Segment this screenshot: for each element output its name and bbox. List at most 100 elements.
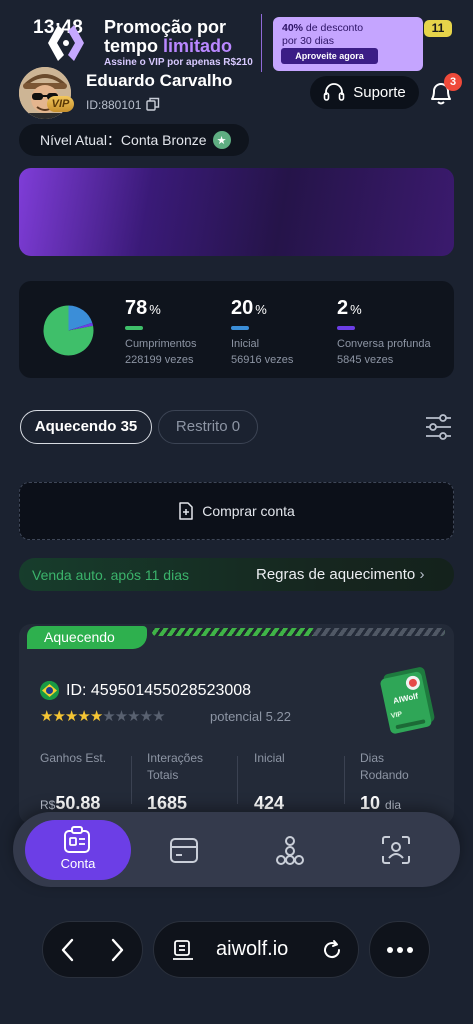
stat-unit: % [149, 302, 161, 317]
add-document-icon [179, 502, 193, 520]
stat-unit: % [350, 302, 362, 317]
metric-label-interacoes: Interações Totais [147, 750, 203, 784]
metric-label-ganhos: Ganhos Est. [40, 750, 106, 767]
aiwolf-logo-icon [48, 25, 84, 61]
chevron-right-icon: › [419, 566, 425, 583]
level-pill[interactable]: Nível Atual：Conta Bronze ★ [19, 124, 249, 156]
metric-value: 50.88 [55, 793, 101, 813]
stat-count: 5845 vezes [337, 354, 394, 366]
stat-color-bar [125, 326, 143, 330]
metric-value: 10 [360, 793, 381, 813]
metric-value-inicial: 424 [254, 793, 285, 813]
level-label: Nível Atual：Conta Bronze [40, 132, 207, 148]
stat-count: 56916 vezes [231, 354, 294, 366]
forward-icon[interactable] [109, 937, 127, 963]
face-scan-icon[interactable] [380, 834, 412, 866]
stat-value: 20 [231, 297, 254, 319]
nav-label-conta: Conta [60, 856, 96, 871]
metric-unit: dia [385, 798, 402, 812]
metric-divider [344, 756, 345, 804]
tab-restrito[interactable]: Restrito 0 [158, 410, 258, 444]
user-name: Eduardo Carvalho [86, 71, 233, 90]
metric-label-line1: Ganhos Est. [40, 751, 107, 765]
battery-icon: 11 [424, 20, 452, 37]
promo-title-line2b: limitado [163, 36, 233, 56]
stat-label: Cumprimentos [125, 338, 197, 350]
star-filled-icon: ★ [40, 708, 53, 725]
star-filled-icon: ★ [89, 708, 103, 725]
stat-color-bar [337, 326, 355, 330]
stat-value: 78 [125, 297, 148, 319]
stat-unit: % [255, 302, 267, 317]
vip-badge: VIP [47, 96, 74, 112]
support-label: Suporte [353, 84, 406, 101]
url-text: aiwolf.io [216, 938, 289, 960]
rating-stars: ★★★★★★★★★★ [40, 707, 166, 725]
stat-cumprimentos: 78% Cumprimentos 228199 vezes [125, 297, 197, 368]
support-button[interactable]: Suporte [310, 76, 419, 109]
metric-value-interacoes: 1685 [147, 793, 188, 813]
account-id: ID: 459501455028523008 [66, 682, 252, 699]
star-filled-icon: ★ [52, 708, 65, 725]
brazil-flag-icon [40, 681, 59, 700]
metric-label-line2: Rodando [360, 768, 409, 782]
notification-badge: 3 [444, 73, 462, 91]
metric-label-line1: Dias [360, 751, 385, 765]
stat-color-bar [231, 326, 249, 330]
bronze-star-icon: ★ [212, 131, 231, 149]
metric-label-line1: Inicial [254, 751, 285, 765]
currency-prefix: R$ [40, 798, 56, 812]
promo-banner[interactable] [19, 168, 454, 256]
distribution-pie-chart [43, 305, 94, 356]
star-empty-icon: ★ [102, 708, 115, 725]
star-filled-icon: ★ [77, 708, 90, 725]
filter-icon[interactable] [424, 413, 453, 442]
metric-label-line1: Interações [147, 751, 204, 765]
metric-divider [131, 756, 132, 804]
discount-duration: por 30 dias [282, 35, 334, 47]
reload-icon[interactable] [320, 938, 344, 962]
metric-label-dias: Dias Rodando [360, 750, 409, 784]
metric-label-line2: Totais [147, 768, 179, 782]
stat-label: Inicial [231, 338, 260, 350]
star-empty-icon: ★ [152, 708, 165, 725]
promo-discount-text: 40% de desconto por 30 dias [282, 22, 363, 48]
account-card-icon [64, 826, 90, 853]
copy-icon[interactable] [146, 97, 160, 111]
warmup-progress-remaining [313, 628, 445, 636]
user-id: ID:880101 [86, 98, 142, 112]
team-icon[interactable] [274, 834, 306, 866]
tab-aquecendo[interactable]: Aquecendo 35 [20, 410, 152, 444]
headset-icon [323, 82, 345, 101]
buy-account-label: Comprar conta [202, 503, 295, 519]
promo-divider [261, 14, 262, 72]
metric-value-ganhos: R$50.88 [40, 793, 100, 814]
more-icon [387, 947, 413, 953]
potential-score: potencial 5.22 [210, 709, 291, 724]
star-empty-icon: ★ [139, 708, 153, 725]
buy-account-button[interactable]: Comprar conta [19, 482, 454, 540]
autosell-text: Venda auto. após 11 dias [32, 567, 189, 583]
metric-value-dias: 10 dia [360, 793, 401, 814]
promo-title-line2a: tempo [104, 36, 164, 56]
metric-label-inicial: Inicial [254, 750, 285, 767]
stat-inicial: 20% Inicial 56916 vezes [231, 297, 293, 368]
promo-title: Promoção por tempo limitado [104, 18, 232, 56]
stat-conversa-profunda: 2% Conversa profunda 5845 vezes [337, 297, 431, 368]
warmup-rules-link[interactable]: Regras de aquecimento › [256, 566, 424, 583]
warmup-rules-label: Regras de aquecimento [256, 566, 416, 583]
page-menu-icon[interactable] [172, 939, 194, 961]
promo-cta-button[interactable]: Aproveite agora [281, 48, 378, 64]
wallet-icon[interactable] [168, 834, 200, 866]
star-filled-icon: ★ [64, 708, 78, 725]
star-empty-icon: ★ [114, 708, 128, 725]
stat-count: 228199 vezes [125, 354, 194, 366]
stat-label: Conversa profunda [337, 338, 431, 350]
promo-title-line1: Promoção por [104, 17, 227, 37]
stat-value: 2 [337, 297, 349, 319]
discount-percent: 40% [282, 22, 304, 34]
discount-text: de desconto [303, 22, 364, 34]
metric-divider [237, 756, 238, 804]
promo-subtitle: Assine o VIP por apenas R$210 [104, 57, 253, 68]
back-icon[interactable] [58, 937, 76, 963]
